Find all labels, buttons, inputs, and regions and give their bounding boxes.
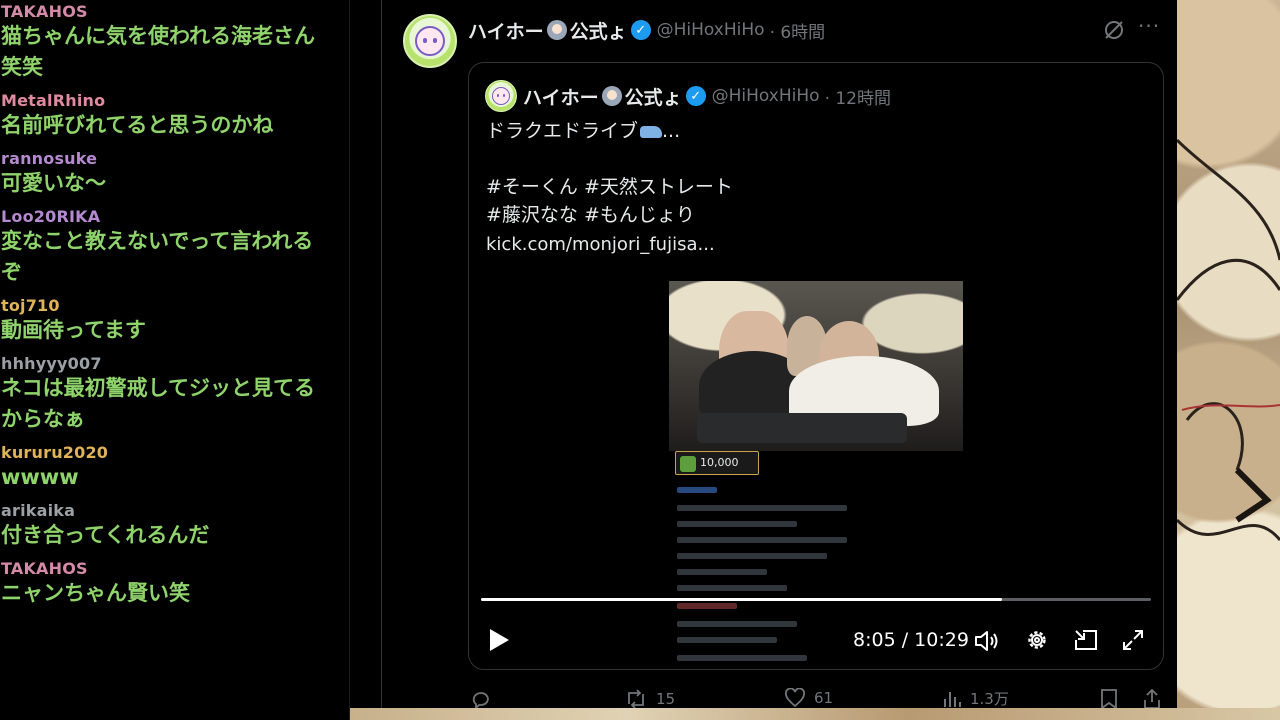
verified-badge-icon: ✓ xyxy=(630,20,651,40)
stream-chat-line xyxy=(677,585,787,591)
grok-icon[interactable] xyxy=(1102,18,1126,42)
car-emoji-icon xyxy=(640,125,663,138)
quoted-tweet[interactable]: ハイホー 公式ょ ✓ @HiHoxHiHo · 12時間 ドラクエドライブ...… xyxy=(468,62,1164,670)
background-artwork-strip xyxy=(350,708,1280,720)
author-handle[interactable]: @HiHoxHiHo xyxy=(657,20,765,40)
artwork-lines xyxy=(1177,138,1280,541)
heart-icon xyxy=(785,688,805,708)
column-divider xyxy=(381,0,382,720)
stream-chat-line xyxy=(677,537,847,543)
quote-author-avatar xyxy=(485,80,517,112)
stream-chat-line xyxy=(677,553,827,559)
quote-mascot-emoji-icon xyxy=(601,86,622,106)
like-button[interactable]: 61 xyxy=(784,688,833,708)
quote-text-ellipsis: ... xyxy=(662,120,681,142)
background-artwork xyxy=(1177,0,1280,720)
chat-message-text: 付き合ってくれるんだ xyxy=(1,523,210,547)
fullscreen-icon[interactable] xyxy=(1121,628,1145,652)
quote-header: ハイホー 公式ょ ✓ @HiHoxHiHo · 12時間 xyxy=(523,81,891,111)
tweet-time[interactable]: · 6時間 xyxy=(770,18,826,43)
like-count: 61 xyxy=(814,689,834,707)
chat-username: rannosuke xyxy=(1,149,98,168)
stream-chat-line xyxy=(677,655,807,661)
quote-author-name-suffix: 公式ょ xyxy=(624,86,682,109)
volume-icon[interactable] xyxy=(973,629,1001,653)
stream-chat-line xyxy=(677,603,737,609)
chat-message: rannosuke 可愛いな〜 xyxy=(0,147,349,205)
quote-verified-badge-icon: ✓ xyxy=(685,86,706,106)
video-scene xyxy=(669,281,963,451)
play-icon[interactable] xyxy=(487,627,511,653)
video-progress-bar[interactable] xyxy=(481,598,1151,601)
stream-chat-line xyxy=(677,569,767,575)
chat-list: TAKAHOS 猫ちゃんに気を使われる海老さん笑笑 MetalRhino 名前呼びれて… xyxy=(0,0,349,615)
stream-chat-line xyxy=(677,621,797,627)
chat-message-text: 名前呼びれてると思うのかね xyxy=(1,113,274,137)
stream-badge-value: 10,000 xyxy=(700,456,739,469)
author-name[interactable]: ハイホー xyxy=(468,17,544,44)
chat-username: hhhyyy007 xyxy=(1,354,102,373)
chat-username: TAKAHOS xyxy=(1,2,88,21)
video-frame[interactable]: 10,000 xyxy=(669,281,963,667)
retweet-count: 15 xyxy=(656,690,676,708)
settings-gear-icon[interactable] xyxy=(1025,628,1049,652)
quote-time: · 12時間 xyxy=(824,88,892,109)
chat-message-text: ネコは最初警戒してジッと見てるからなぁ xyxy=(1,376,315,431)
chat-message: TAKAHOS ニャンちゃん賢い笑 xyxy=(0,557,349,615)
quote-author-name: ハイホー xyxy=(523,86,599,109)
bookmark-icon[interactable] xyxy=(1100,688,1118,710)
video-progress-fill xyxy=(481,598,1002,601)
retweet-icon xyxy=(628,689,644,709)
more-options-icon[interactable]: ··· xyxy=(1138,14,1160,38)
views-button[interactable]: 1.3万 xyxy=(942,688,1009,709)
analytics-icon xyxy=(944,691,961,707)
mascot-emoji-icon xyxy=(546,20,567,40)
chat-username: kururu2020 xyxy=(1,443,109,462)
stream-chat-line xyxy=(677,487,717,493)
chat-username: MetalRhino xyxy=(1,91,106,110)
chat-message: toj710 動画待ってます xyxy=(0,294,349,352)
chat-username: TAKAHOS xyxy=(1,559,88,578)
chat-username: toj710 xyxy=(1,296,60,315)
chat-message-text: 可愛いな〜 xyxy=(1,171,106,195)
chat-message-text: 猫ちゃんに気を使われる海老さん笑笑 xyxy=(1,24,315,79)
chat-message: MetalRhino 名前呼びれてると思うのかね xyxy=(0,89,349,147)
stream-chat-line xyxy=(677,521,797,527)
picture-in-picture-icon[interactable] xyxy=(1073,628,1099,652)
stream-chat-line xyxy=(677,637,777,643)
chat-message: arikaika 付き合ってくれるんだ xyxy=(0,499,349,557)
chat-message-text: 動画待ってます xyxy=(1,318,146,342)
quote-author-handle: @HiHoxHiHo xyxy=(711,86,820,106)
stream-chat-line xyxy=(677,505,847,511)
quote-text-line: ドラクエドライブ... xyxy=(486,117,680,146)
quote-hashtags-1[interactable]: #そーくん #天然ストレート xyxy=(486,173,733,202)
reply-button[interactable] xyxy=(470,688,500,710)
chat-message-text: ニャンちゃん賢い笑 xyxy=(1,581,190,605)
quote-hashtags-2[interactable]: #藤沢なな #もんじょり xyxy=(486,201,695,230)
chat-message: kururu2020 wwww xyxy=(0,441,349,499)
tweet-column: ハイホー 公式ょ ✓ @HiHoxHiHo · 6時間 ··· ハイホー 公式ょ… xyxy=(350,0,1177,720)
chat-username: arikaika xyxy=(1,501,76,520)
video-time: 8:05 / 10:29 xyxy=(853,629,969,651)
author-avatar[interactable] xyxy=(403,14,457,68)
chat-message-text: 変なこと教えないでって言われるぞ xyxy=(1,229,314,284)
quote-link[interactable]: kick.com/monjori_fujisa... xyxy=(486,230,715,259)
chat-panel: TAKAHOS 猫ちゃんに気を使われる海老さん笑笑 MetalRhino 名前呼びれて… xyxy=(0,0,350,720)
reply-icon xyxy=(472,692,489,710)
chat-message: Loo20RIKA 変なこと教えないでって言われるぞ xyxy=(0,205,349,294)
stream-badge: 10,000 xyxy=(675,451,759,475)
coin-icon xyxy=(680,456,696,472)
quote-text: ドラクエドライブ xyxy=(486,120,639,142)
author-name-suffix[interactable]: 公式ょ xyxy=(570,17,627,44)
retweet-button[interactable]: 15 xyxy=(624,688,675,710)
chat-message: hhhyyy007 ネコは最初警戒してジッと見てるからなぁ xyxy=(0,352,349,441)
dashboard xyxy=(697,413,907,443)
chat-message-text: wwww xyxy=(1,465,79,489)
chat-username: Loo20RIKA xyxy=(1,207,101,226)
chat-message: TAKAHOS 猫ちゃんに気を使われる海老さん笑笑 xyxy=(0,0,349,89)
tweet-header: ハイホー 公式ょ ✓ @HiHoxHiHo · 6時間 xyxy=(468,16,825,44)
share-icon[interactable] xyxy=(1142,688,1162,710)
views-count: 1.3万 xyxy=(970,690,1009,708)
